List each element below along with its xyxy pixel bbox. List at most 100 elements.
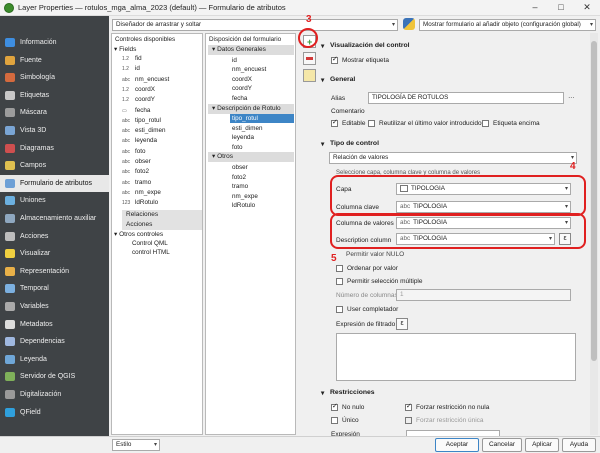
field-type-icon: 1.2 [122,66,129,73]
sidebar-item[interactable]: Máscara [0,104,109,121]
actions-node[interactable]: Acciones [122,220,202,230]
sidebar-item[interactable]: Etiquetas [0,87,109,104]
layout-item[interactable]: fecha [232,94,247,103]
layout-item[interactable]: leyenda [232,133,254,142]
enforce-unique-checkbox[interactable] [405,417,412,424]
show-form-select[interactable]: Mostrar formulario al añadir objeto (con… [419,19,596,31]
sidebar-item[interactable]: Diagramas [0,140,109,157]
field-item[interactable]: abc leyenda [122,136,157,145]
enforce-not-null-checkbox[interactable] [405,402,412,411]
sidebar-item[interactable]: Servidor de QGIS [0,368,109,385]
sidebar-item[interactable]: Información [0,34,109,51]
fields-node[interactable]: ▾ Fields [114,45,136,53]
layout-item[interactable]: coordY [232,84,252,93]
sidebar-item-icon [5,284,15,294]
sidebar-item[interactable]: Vista 3D [0,122,109,139]
field-item[interactable]: abc tipo_rotul [122,116,161,125]
field-item[interactable]: ▭ fecha [122,106,150,115]
alias-input[interactable]: TIPOLOGÍA DE ROTULOS [368,92,564,104]
accept-button[interactable]: Aceptar [435,438,479,452]
autocomplete-text: User completador [347,306,399,313]
close-icon[interactable]: ✕ [574,0,600,16]
help-button[interactable]: Ayuda [562,438,596,452]
field-item[interactable]: 1.2 coordX [122,85,155,94]
scrollbar-thumb[interactable] [591,41,597,361]
field-item[interactable]: abc foto2 [122,167,149,176]
sidebar-item[interactable]: Variables [0,298,109,315]
field-item[interactable]: abc obser [122,157,151,166]
sidebar-item[interactable]: Digitalización [0,386,109,403]
relations-node[interactable]: Relaciones [122,210,202,220]
sidebar-item[interactable]: Fuente [0,52,109,69]
invert-selection-button[interactable] [303,69,316,82]
apply-button[interactable]: Aplicar [525,438,559,452]
layout-group[interactable]: ▾ Datos Generales [208,45,294,55]
editable-checkbox[interactable] [331,118,338,127]
layout-group[interactable]: ▾ Descripción de Rotulo [208,103,294,114]
layout-item[interactable]: tramo [232,182,248,191]
sidebar-item[interactable]: Representación [0,263,109,280]
sidebar-item[interactable]: Metadatos [0,316,109,333]
sidebar-item[interactable]: Temporal [0,280,109,297]
layout-item[interactable]: coordX [232,75,252,84]
collapse-visual-icon[interactable]: ▾ [321,42,324,50]
window-title: Layer Properties — rotulos_mga_alma_2023… [18,3,286,12]
sidebar-item[interactable]: Formulario de atributos [0,174,109,192]
sidebar-item[interactable]: Acciones [0,228,109,245]
list-item[interactable]: Control QML [132,239,168,248]
python-icon[interactable] [403,18,415,30]
widget-type-select[interactable]: Relación de valores ▾ [329,152,577,164]
sidebar-item[interactable]: Almacenamiento auxiliar [0,210,109,227]
collapse-constraints-icon[interactable]: ▾ [321,389,324,397]
layout-item[interactable]: id [232,56,237,65]
autocomplete-checkbox[interactable] [336,306,343,313]
field-item[interactable]: 1.2 coordY [122,95,155,104]
collapse-general-icon[interactable]: ▾ [321,76,324,84]
layout-item[interactable]: tipo_rotul [230,114,294,123]
field-item[interactable]: abc nm_encuest [122,75,169,84]
reuse-last-value-checkbox[interactable] [368,120,375,127]
field-item[interactable]: 1.2 id [122,64,140,73]
list-item[interactable]: control HTML [132,248,170,257]
layout-item[interactable]: nm_encuest [232,65,266,74]
field-item[interactable]: abc esti_dimen [122,126,165,135]
layout-item[interactable]: nm_expe [232,192,258,201]
filter-expression-textarea[interactable] [336,333,576,381]
sidebar-item[interactable]: Visualizar [0,245,109,262]
label-on-top-checkbox[interactable] [482,120,489,127]
maximize-icon[interactable]: □ [548,0,574,16]
remove-button[interactable] [303,52,316,65]
field-item[interactable]: 1.2 fid [122,54,142,63]
multi-select-checkbox[interactable] [336,278,343,285]
layout-item[interactable]: foto2 [232,173,246,182]
field-item[interactable]: abc nm_expe [122,188,161,197]
more-options-icon[interactable]: … [568,93,575,100]
layout-group[interactable]: ▾ Otros [208,152,294,163]
sidebar-item[interactable]: Campos [0,157,109,174]
num-columns-input[interactable]: 1 [396,289,571,301]
sidebar-item[interactable]: Dependencias [0,333,109,350]
collapse-type-icon[interactable]: ▾ [321,140,324,148]
field-item[interactable]: abc foto [122,147,146,156]
field-item[interactable]: abc tramo [122,178,151,187]
filter-expression-icon[interactable]: ε [396,318,408,330]
scrollbar[interactable] [590,33,598,435]
not-null-checkbox[interactable] [331,402,338,411]
order-by-value-checkbox[interactable] [336,265,343,272]
cancel-button[interactable]: Cancelar [482,438,522,452]
minimize-icon[interactable]: – [522,0,548,16]
layout-item[interactable]: esti_dimen [232,124,262,133]
sidebar-item[interactable]: Leyenda [0,351,109,368]
sidebar-item[interactable]: Simbología [0,69,109,86]
sidebar-item[interactable]: QField [0,404,109,421]
style-menu-button[interactable]: Estilo ▾ [112,439,160,451]
sidebar-item[interactable]: Uniones [0,192,109,209]
layout-item[interactable]: obser [232,163,248,172]
layout-item[interactable]: foto [232,143,243,152]
show-label-checkbox[interactable] [331,55,338,64]
designer-select[interactable]: Diseñador de arrastrar y soltar ▾ [112,19,398,31]
layout-item[interactable]: ldRotulo [232,201,255,210]
unique-checkbox[interactable] [331,417,338,424]
other-widgets-node[interactable]: ▾ Otros controles [114,230,163,238]
field-item[interactable]: 123 ldRotulo [122,198,158,207]
